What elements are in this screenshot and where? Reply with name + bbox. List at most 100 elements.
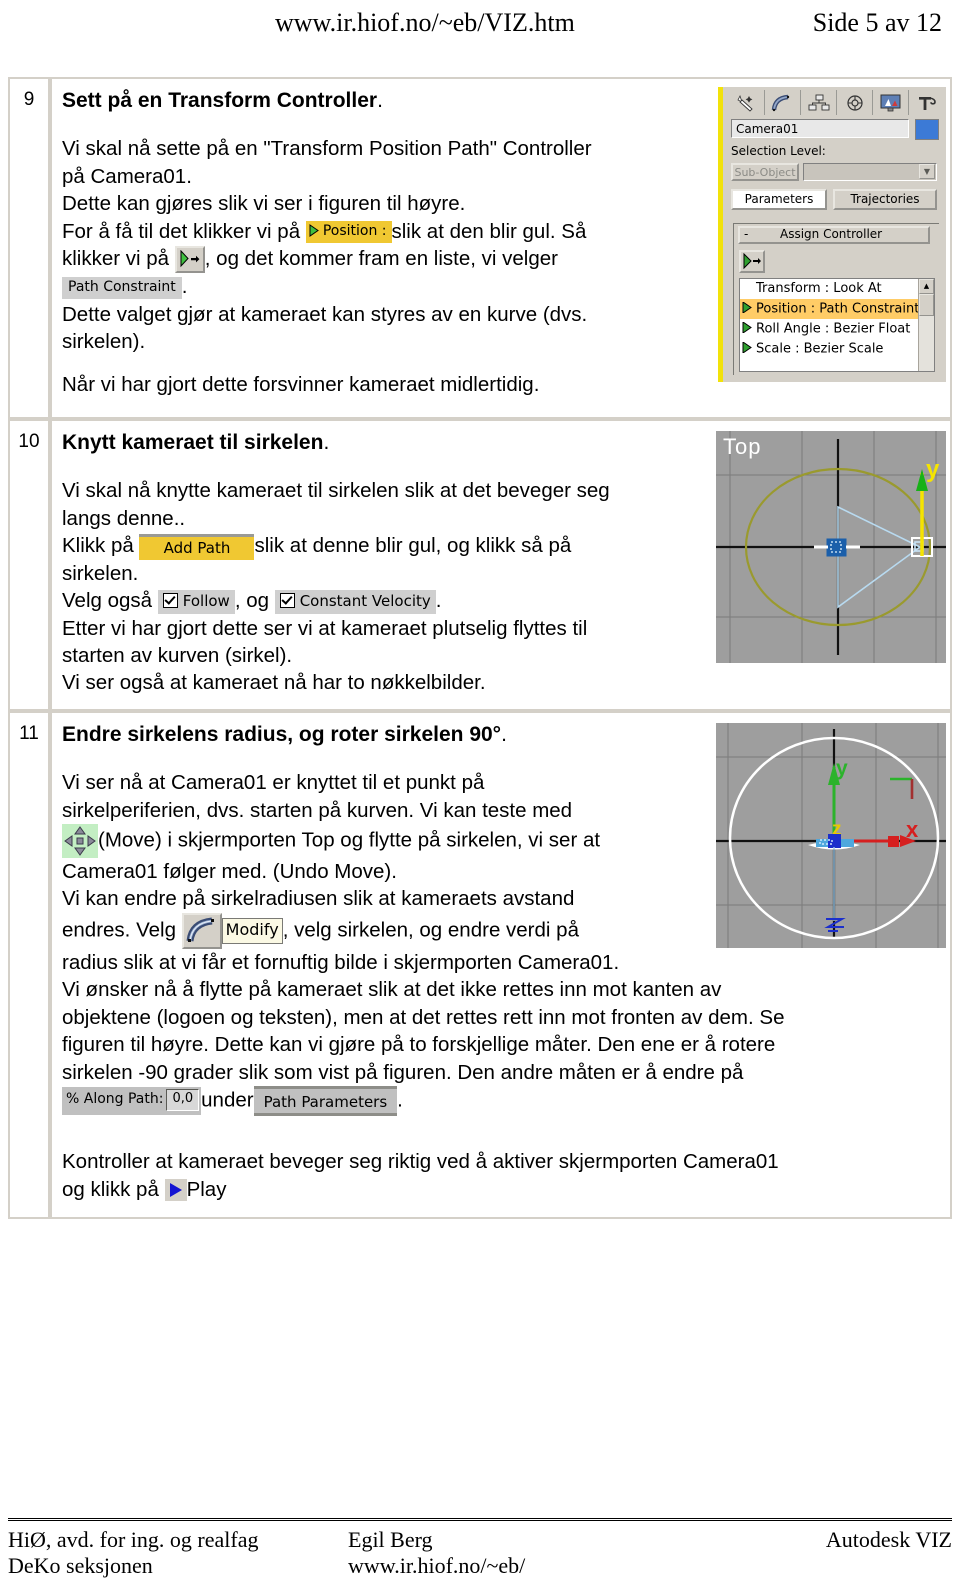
- paragraph: Velg også Follow, og Constant Velocity.: [62, 587, 946, 614]
- paragraph-text: under: [201, 1088, 254, 1112]
- paragraph: klikker vi på , og det kommer fram en li…: [62, 245, 946, 274]
- path-constraint-label-image: Path Constraint: [62, 276, 182, 299]
- paragraph: (Move) i skjermporten Top og flytte på s…: [62, 824, 946, 858]
- path-parameters-rollout-image[interactable]: Path Parameters: [253, 1086, 398, 1117]
- along-path-label: % Along Path:: [66, 1091, 164, 1108]
- follow-checkbox-image[interactable]: Follow: [157, 589, 235, 614]
- page-footer: HiØ, avd. for ing. og realfag Egil Berg …: [8, 1518, 952, 1579]
- table-row: 10 Top y Knytt kameraet til sirkelen. Vi…: [8, 418, 952, 711]
- paragraph: sirkelperiferien, dvs. starten på kurven…: [62, 798, 573, 822]
- paragraph: sirkelen -90 grader slik som vist på fig…: [62, 1060, 744, 1084]
- paragraph: Vi ser nå at Camera01 er knyttet til et …: [62, 771, 485, 795]
- paragraph: Path Constraint.: [62, 273, 946, 300]
- paragraph-text: Velg også: [62, 589, 158, 613]
- modify-tab-icon[interactable]: [765, 90, 801, 115]
- paragraph: Vi kan endre på sirkelradiusen slik at k…: [62, 887, 575, 911]
- paragraph-text: , og det kommer fram en liste, vi velger: [204, 247, 558, 270]
- modify-tooltip-label: Modify: [221, 917, 283, 944]
- paragraph: objektene (logoen og teksten), men at de…: [62, 1005, 785, 1029]
- step-body: Top y Knytt kameraet til sirkelen. Vi sk…: [50, 418, 952, 711]
- header-page-label: Side 5 av 12: [812, 8, 942, 37]
- paragraph: Kontroller at kameraet beveger seg rikti…: [62, 1150, 779, 1174]
- step-title-suffix: .: [377, 89, 383, 112]
- paragraph-text: .: [435, 589, 442, 613]
- steps-table: 9 Camera01 Selection Level: Sub-Object ▼…: [8, 77, 952, 1220]
- paragraph: Vi ser også at kameraet nå har to nøkkel…: [62, 671, 486, 695]
- paragraph: For å få til det klikker vi på Position …: [62, 218, 946, 245]
- checkbox-checked-icon[interactable]: [279, 592, 295, 608]
- paragraph: Dette valget gjør at kameraet kan styres…: [62, 302, 588, 326]
- footer-left-line2: DeKo seksjonen: [8, 1553, 153, 1578]
- step-title-suffix: .: [501, 722, 507, 746]
- paragraph: langs denne..: [62, 506, 186, 530]
- paragraph: Vi skal nå knytte kameraet til sirkelen …: [62, 479, 610, 503]
- paragraph-text: Klikk på: [62, 534, 140, 558]
- hierarchy-tab-icon[interactable]: [801, 90, 837, 115]
- green-arrow-icon: [309, 223, 320, 239]
- paragraph: på Camera01.: [62, 164, 192, 188]
- move-tool-icon[interactable]: [62, 824, 98, 858]
- along-path-value[interactable]: 0,0: [166, 1089, 200, 1112]
- paragraph: Vi skal nå sette på en "Transform Positi…: [62, 137, 592, 161]
- step-title-text: Knytt kameraet til sirkelen: [62, 430, 324, 454]
- utilities-tab-icon[interactable]: [909, 90, 944, 115]
- play-label: Play: [186, 1177, 227, 1201]
- paragraph-text: klikker vi på: [62, 247, 175, 270]
- footer-row: HiØ, avd. for ing. og realfag Egil Berg …: [8, 1527, 952, 1553]
- position-button-image[interactable]: Position :: [305, 221, 392, 244]
- modify-tab-icon[interactable]: [181, 912, 222, 949]
- step-number: 10: [8, 418, 50, 711]
- constant-velocity-checkbox-image[interactable]: Constant Velocity: [274, 589, 436, 614]
- add-path-button-image[interactable]: Add Path: [139, 533, 255, 560]
- footer-mid-line1: Egil Berg: [348, 1527, 433, 1552]
- footer-left-line1: HiØ, avd. for ing. og realfag: [8, 1527, 259, 1552]
- step-body: Camera01 Selection Level: Sub-Object ▼ P…: [50, 77, 952, 419]
- paragraph-text: .: [397, 1088, 403, 1112]
- step-title-text: Endre sirkelens radius, og roter sirkele…: [62, 722, 502, 746]
- footer-row: DeKo seksjonen www.ir.hiof.no/~eb/: [8, 1553, 952, 1579]
- paragraph: sirkelen.: [62, 561, 139, 585]
- paragraph: Når vi har gjort dette forsvinner kamera…: [62, 373, 540, 397]
- play-button-image[interactable]: [164, 1179, 187, 1202]
- step-title-suffix: .: [323, 430, 330, 454]
- footer-right-line1: Autodesk VIZ: [825, 1527, 952, 1552]
- paragraph-text: endres. Velg: [62, 918, 182, 942]
- paragraph: endres. Velg Modify, velg sirkelen, og e…: [62, 912, 946, 949]
- paragraph-text: slik at den blir gul. Så: [391, 219, 587, 243]
- follow-label: Follow: [182, 591, 230, 610]
- step-body: y x z Endre sirkelens radius, og roter s…: [50, 710, 952, 1220]
- paragraph-text: For å få til det klikker vi på: [62, 219, 306, 243]
- step-number: 9: [8, 77, 50, 419]
- step-title-text: Sett på en Transform Controller: [62, 89, 378, 112]
- checkbox-checked-icon[interactable]: [162, 592, 178, 608]
- create-tab-icon[interactable]: [729, 90, 765, 115]
- paragraph: radius slik at vi får et fornuftig bilde…: [62, 950, 620, 974]
- step-number: 11: [8, 710, 50, 1220]
- paragraph: sirkelen).: [62, 330, 146, 354]
- paragraph: figuren til høyre. Dette kan vi gjøre på…: [62, 1033, 776, 1057]
- assign-controller-button-image[interactable]: [174, 246, 205, 274]
- step-body-text: Vi skal nå sette på en "Transform Positi…: [62, 135, 946, 399]
- paragraph: Vi ønsker nå å flytte på kameraet slik a…: [62, 978, 722, 1002]
- along-path-field-image[interactable]: % Along Path: 0,0: [62, 1087, 202, 1116]
- paragraph: og klikk på Play: [62, 1176, 946, 1203]
- paragraph-text: , og: [234, 589, 275, 613]
- motion-tab-icon[interactable]: [837, 90, 873, 115]
- header-url: www.ir.hiof.no/~eb/VIZ.htm: [275, 8, 575, 37]
- paragraph: starten av kurven (sirkel).: [62, 644, 293, 667]
- display-tab-icon[interactable]: [873, 90, 909, 115]
- table-row: 9 Camera01 Selection Level: Sub-Object ▼…: [8, 77, 952, 419]
- step-body-text: Vi ser nå at Camera01 er knyttet til et …: [62, 769, 946, 1203]
- paragraph: Klikk på Add Path slik at denne blir gul,…: [62, 532, 946, 560]
- paragraph: % Along Path: 0,0 under Path Parameters.: [62, 1086, 946, 1117]
- paragraph-text: (Move) i skjermporten Top og flytte på s…: [98, 828, 601, 852]
- constant-velocity-label: Constant Velocity: [299, 591, 431, 610]
- paragraph-text: og klikk på: [62, 1177, 165, 1201]
- command-panel-tab-icons[interactable]: [729, 90, 945, 115]
- page-header: www.ir.hiof.no/~eb/VIZ.htm Side 5 av 12: [0, 0, 960, 60]
